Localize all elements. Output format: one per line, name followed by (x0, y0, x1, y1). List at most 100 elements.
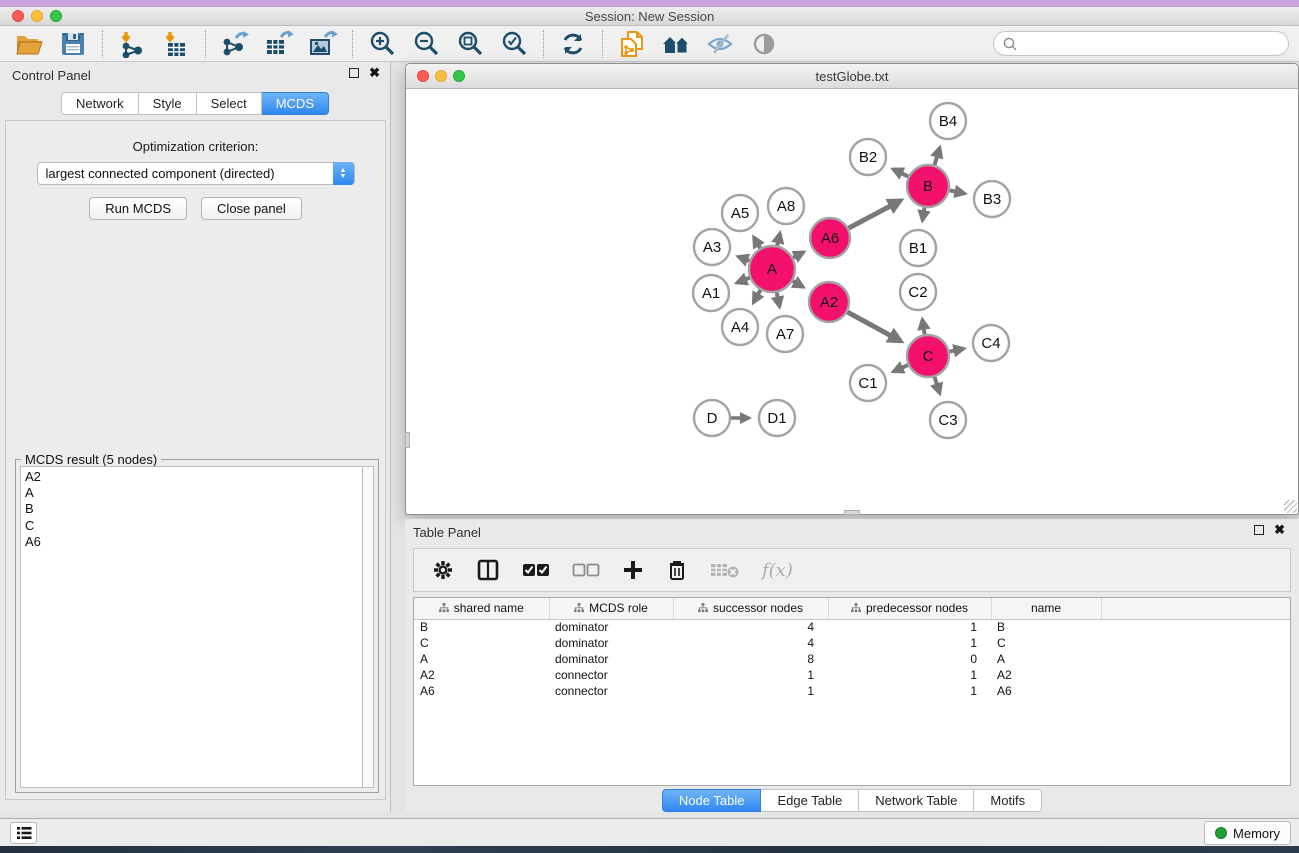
edge-C-C3[interactable] (935, 377, 940, 393)
tab-select[interactable]: Select (197, 92, 262, 115)
network-graph[interactable]: ABCA6A2A1A3A4A5A7A8B1B2B3B4C1C2C3C4DD1 (406, 89, 1298, 514)
table-options-icon[interactable] (432, 559, 454, 581)
table-cell[interactable]: 4 (673, 635, 828, 651)
table-cell[interactable]: 1 (828, 667, 991, 683)
create-network-from-selection-icon[interactable] (617, 29, 647, 59)
edge-A-A7[interactable] (777, 293, 780, 307)
table-cell[interactable]: 1 (673, 667, 828, 683)
result-item[interactable]: A (25, 485, 358, 501)
node-A4[interactable]: A4 (722, 309, 758, 345)
column-header-name[interactable]: name (991, 598, 1101, 619)
table-row[interactable]: Adominator80A (414, 651, 1290, 667)
node-B1[interactable]: B1 (900, 230, 936, 266)
node-C4[interactable]: C4 (973, 325, 1009, 361)
table-cell[interactable]: 1 (828, 635, 991, 651)
tab-style[interactable]: Style (139, 92, 197, 115)
memory-button[interactable]: Memory (1204, 821, 1291, 845)
node-A6[interactable]: A6 (810, 218, 850, 258)
table-cell[interactable]: A (414, 651, 549, 667)
edge-A-A8[interactable] (777, 233, 780, 245)
export-table-icon[interactable] (264, 29, 294, 59)
node-A[interactable]: A (749, 246, 795, 292)
table-cell[interactable]: B (991, 619, 1101, 635)
zoom-selected-icon[interactable] (499, 29, 529, 59)
table-cell[interactable]: A (991, 651, 1101, 667)
edge-A-A2[interactable] (793, 281, 803, 287)
result-item[interactable]: A2 (25, 469, 358, 485)
table-cell[interactable]: B (414, 619, 549, 635)
close-panel-icon[interactable]: ✖ (369, 68, 380, 78)
export-network-icon[interactable] (220, 29, 250, 59)
add-column-icon[interactable] (622, 559, 644, 581)
import-network-icon[interactable] (117, 29, 147, 59)
table-cell[interactable]: 1 (828, 619, 991, 635)
network-window-titlebar[interactable]: testGlobe.txt (406, 64, 1298, 89)
table-cell[interactable] (1101, 651, 1290, 667)
criterion-select[interactable]: largest connected component (directed) ▲… (37, 162, 355, 185)
table-row[interactable]: A6connector11A6 (414, 683, 1290, 699)
search-field[interactable] (993, 31, 1289, 56)
node-A1[interactable]: A1 (693, 275, 729, 311)
edge-A-A6[interactable] (793, 252, 803, 258)
delete-table-icon[interactable] (710, 561, 740, 579)
tab-motifs[interactable]: Motifs (974, 789, 1042, 812)
edge-C-C2[interactable] (922, 320, 924, 335)
table-cell[interactable]: 4 (673, 619, 828, 635)
tab-mcds[interactable]: MCDS (262, 92, 329, 115)
table-cell[interactable]: dominator (549, 619, 673, 635)
table-row[interactable]: A2connector11A2 (414, 667, 1290, 683)
open-file-icon[interactable] (14, 29, 44, 59)
delete-column-icon[interactable] (666, 558, 688, 582)
close-table-panel-icon[interactable]: ✖ (1274, 525, 1285, 535)
table-cell[interactable]: 1 (673, 683, 828, 699)
edge-A2-C[interactable] (847, 312, 900, 341)
task-history-button[interactable] (10, 822, 37, 844)
node-A7[interactable]: A7 (767, 316, 803, 352)
result-item[interactable]: A6 (25, 534, 358, 550)
split-handle-bottom[interactable] (844, 510, 860, 515)
column-header-shared-name[interactable]: shared name (414, 598, 549, 619)
node-B2[interactable]: B2 (850, 139, 886, 175)
table-cell[interactable]: 8 (673, 651, 828, 667)
deselect-all-icon[interactable] (572, 562, 600, 578)
node-D1[interactable]: D1 (759, 400, 795, 436)
column-header-predecessor-nodes[interactable]: predecessor nodes (828, 598, 991, 619)
function-builder-icon[interactable]: f(x) (762, 560, 793, 581)
apply-layout-icon[interactable] (558, 29, 588, 59)
node-table[interactable]: shared nameMCDS rolesuccessor nodesprede… (413, 597, 1291, 786)
mcds-result-list[interactable]: A2ABCA6 (20, 466, 362, 788)
edge-A-A1[interactable] (737, 278, 750, 283)
float-table-panel-icon[interactable] (1254, 525, 1264, 535)
table-cell[interactable]: A6 (991, 683, 1101, 699)
node-C3[interactable]: C3 (930, 402, 966, 438)
first-neighbors-icon[interactable] (661, 29, 691, 59)
table-cell[interactable] (1101, 683, 1290, 699)
table-cell[interactable] (1101, 619, 1290, 635)
table-row[interactable]: Cdominator41C (414, 635, 1290, 651)
node-B4[interactable]: B4 (930, 103, 966, 139)
table-cell[interactable]: C (991, 635, 1101, 651)
save-session-icon[interactable] (58, 29, 88, 59)
table-cell[interactable]: A6 (414, 683, 549, 699)
node-C[interactable]: C (907, 335, 949, 377)
edge-B-B2[interactable] (893, 169, 908, 176)
edge-C-C4[interactable] (950, 349, 964, 352)
table-cell[interactable]: dominator (549, 651, 673, 667)
float-panel-icon[interactable] (349, 68, 359, 78)
zoom-out-icon[interactable] (411, 29, 441, 59)
show-all-icon[interactable] (749, 29, 779, 59)
tab-network[interactable]: Network (61, 92, 139, 115)
network-canvas[interactable]: ABCA6A2A1A3A4A5A7A8B1B2B3B4C1C2C3C4DD1 (406, 89, 1298, 514)
run-mcds-button[interactable]: Run MCDS (89, 197, 187, 220)
table-cell[interactable]: C (414, 635, 549, 651)
table-cell[interactable]: dominator (549, 635, 673, 651)
tab-node-table[interactable]: Node Table (662, 789, 762, 812)
split-handle-left[interactable] (405, 432, 410, 448)
import-table-icon[interactable] (161, 29, 191, 59)
column-header-successor-nodes[interactable]: successor nodes (673, 598, 828, 619)
table-cell[interactable]: 1 (828, 683, 991, 699)
table-cell[interactable]: A2 (414, 667, 549, 683)
edge-A-A4[interactable] (754, 290, 761, 302)
node-D[interactable]: D (694, 400, 730, 436)
table-cell[interactable]: A2 (991, 667, 1101, 683)
